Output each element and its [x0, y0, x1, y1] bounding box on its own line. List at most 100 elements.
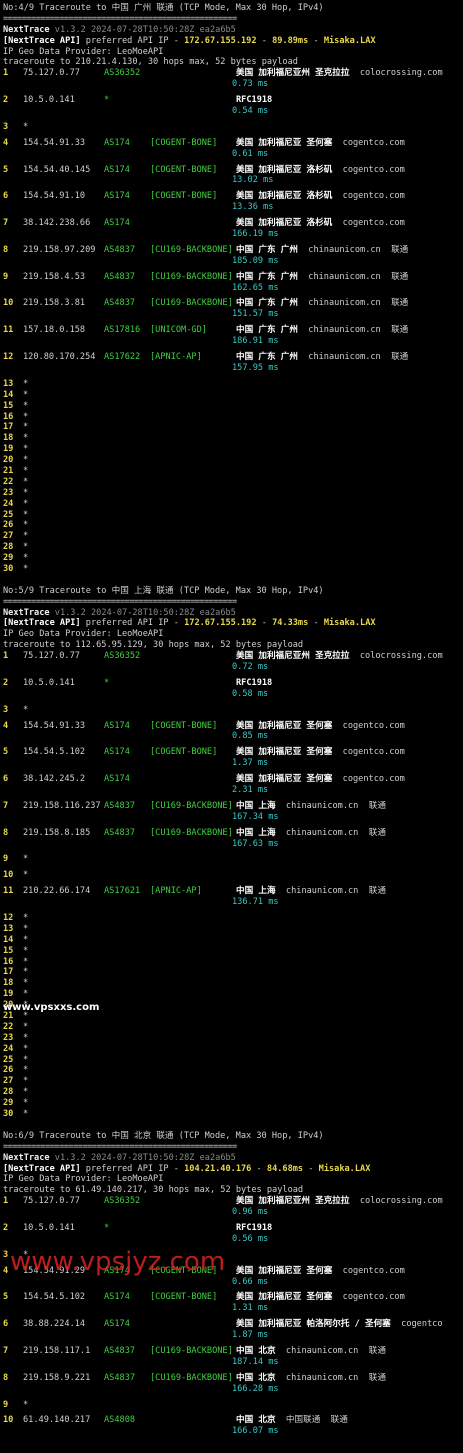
api-prefix: [NextTrace API]: [3, 1163, 81, 1174]
api-dash: -: [251, 1163, 267, 1174]
hop-isp: 联通: [391, 325, 409, 336]
hop-latency: 0.85 ms: [232, 731, 269, 742]
hop-tag: [APNIC-AP]: [150, 352, 202, 363]
hop-number: 4: [3, 137, 9, 148]
api-dash: -: [256, 618, 273, 629]
api-ip: 104.21.40.176: [184, 1163, 252, 1174]
hop-domain: cogentco.com: [342, 747, 405, 758]
hop-number: 7: [3, 1345, 9, 1356]
hop-asn: AS17816: [104, 325, 141, 336]
hop-asn: AS174: [104, 774, 130, 785]
hop-asn: AS17622: [104, 352, 141, 363]
hop-asn: AS4837: [104, 1345, 136, 1356]
hop-number: 24: [3, 498, 14, 509]
hop-domain: chinaunicom.cn: [285, 886, 359, 897]
hop-ip: 38.142.245.2: [23, 774, 86, 785]
hop-domain: cogentco.com: [342, 1265, 405, 1276]
hop-number: 9: [3, 271, 9, 282]
hop-tag: [CU169-BACKBONE]: [150, 244, 233, 255]
hop-asn: AS4837: [104, 800, 136, 811]
hop-geo: 中国 北京: [236, 1345, 276, 1356]
hop-number: 1: [3, 651, 9, 662]
hop-timeout: *: [23, 934, 29, 945]
hop-row: 10 *: [3, 870, 461, 881]
api-location: Misaka.LAX: [323, 35, 376, 46]
traceroute-target: traceroute to 210.21.4.130, 30 hops max,…: [3, 57, 298, 68]
hop-ip: 38.88.224.14: [23, 1319, 86, 1330]
hop-row-timeout: 24 *: [3, 499, 461, 510]
hop-timeout: *: [23, 989, 29, 1000]
hop-row: 2 10.5.0.141 * RFC1918: [3, 95, 461, 106]
hop-domain: chinaunicom.cn: [308, 244, 381, 255]
hop-number: 30: [3, 1109, 14, 1120]
hop-asn: AS36352: [104, 68, 141, 79]
hop-number: 22: [3, 476, 14, 487]
hop-row-timeout: 17 *: [3, 422, 461, 433]
hop-number: 2: [3, 1222, 9, 1233]
traceroute-section: No:4/9 Traceroute to 中国 广州 联通 (TCP Mode,…: [3, 3, 461, 586]
section-header: No:5/9 Traceroute to 中国 上海 联通 (TCP Mode,…: [3, 585, 324, 596]
hop-ip: 75.127.0.77: [23, 651, 80, 662]
hop-ip: 219.158.116.237: [23, 800, 101, 811]
hop-latency: 13.36 ms: [232, 202, 274, 213]
hop-ip: 219.158.117.1: [23, 1345, 91, 1356]
hop-number: 28: [3, 1087, 14, 1098]
hop-latency: 0.54 ms: [232, 106, 269, 117]
api-line: [NextTrace API] preferred API IP - 104.2…: [3, 1164, 461, 1175]
hop-number: 19: [3, 989, 14, 1000]
separator-line: ========================================…: [3, 1141, 237, 1152]
api-latency: 74.33ms: [272, 618, 309, 629]
hop-geo: 美国 加利福尼亚州 圣克拉拉: [236, 1196, 350, 1207]
hop-row-timeout: 25 *: [3, 510, 461, 521]
hop-domain: cogentco.com: [342, 1292, 405, 1303]
hop-ip: *: [23, 121, 29, 132]
hop-latency: 167.34 ms: [232, 811, 279, 822]
hop-domain: chinaunicom.cn: [285, 1372, 359, 1383]
hop-row: 8 219.158.8.185 AS4837 [CU169-BACKBONE] 中国 上…: [3, 828, 461, 839]
hop-ip: 154.54.40.145: [23, 164, 91, 175]
hop-row-timeout: 26 *: [3, 1065, 461, 1076]
separator-line: ========================================…: [3, 13, 237, 24]
hop-number: 19: [3, 444, 14, 455]
hop-ip: *: [23, 854, 29, 865]
hop-asn: AS4808: [104, 1415, 136, 1426]
hop-ip: 219.158.9.221: [23, 1372, 91, 1383]
hop-row-timeout: 14 *: [3, 935, 461, 946]
hop-ip: 38.142.238.66: [23, 218, 91, 229]
hop-number: 11: [3, 325, 14, 336]
hop-geo: 美国 加利福尼亚 圣何塞: [236, 720, 333, 731]
hop-timeout: *: [23, 956, 29, 967]
hop-row: 4 154.54.91.33 AS174 [COGENT-BONE] 美国 加利福尼亚 …: [3, 138, 461, 149]
api-prefix: [NextTrace API]: [3, 35, 81, 46]
watermark-vpsjyz: www.vpsjyz.com: [10, 1247, 226, 1277]
hop-latency: 0.61 ms: [232, 148, 269, 159]
hop-number: 13: [3, 923, 14, 934]
hop-number: 12: [3, 913, 14, 924]
hop-asn: *: [104, 95, 110, 106]
hop-tag: [CU169-BACKBONE]: [150, 800, 233, 811]
hop-row: 1 75.127.0.77 AS36352 美国 加利福尼亚州 圣克拉拉 colocr…: [3, 1196, 461, 1207]
hop-number: 10: [3, 1415, 14, 1426]
hop-number: 21: [3, 465, 14, 476]
traceroute-target: traceroute to 112.65.95.129, 30 hops max…: [3, 640, 304, 651]
hop-geo: 中国 广东 广州: [236, 298, 298, 309]
hop-number: 5: [3, 747, 9, 758]
hop-asn: AS174: [104, 1292, 130, 1303]
hop-geo: 美国 加利福尼亚 洛杉矶: [236, 218, 333, 229]
hop-domain: cogentco.com: [342, 164, 405, 175]
hop-number: 28: [3, 542, 14, 553]
nexttrace-name: NextTrace: [3, 1152, 50, 1163]
hop-ip: 10.5.0.141: [23, 95, 75, 106]
hop-timeout: *: [23, 1065, 29, 1076]
hop-isp: 联通: [391, 352, 409, 363]
hop-number: 5: [3, 164, 9, 175]
hop-timeout: *: [23, 400, 29, 411]
hop-domain: chinaunicom.cn: [285, 827, 359, 838]
hop-tag: [CU169-BACKBONE]: [150, 1372, 233, 1383]
hop-number: 6: [3, 774, 9, 785]
hop-row: 2 10.5.0.141 * RFC1918: [3, 1223, 461, 1234]
hop-geo: 中国 广东 广州: [236, 244, 298, 255]
hop-ip: 75.127.0.77: [23, 1196, 80, 1207]
hop-geo: RFC1918: [236, 1222, 273, 1233]
hop-latency: 186.91 ms: [232, 336, 279, 347]
